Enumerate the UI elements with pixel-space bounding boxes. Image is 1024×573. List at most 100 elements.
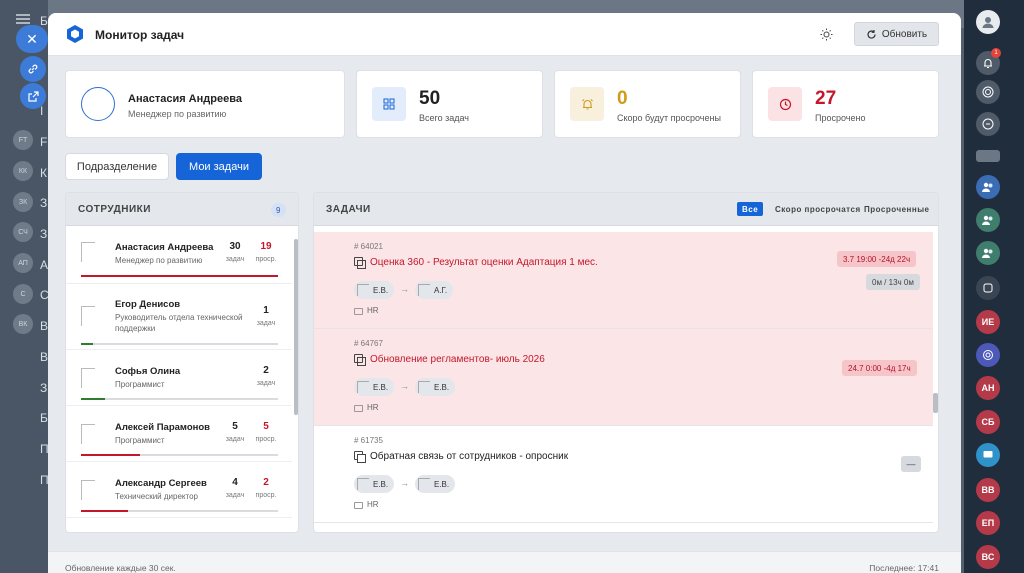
employee-row[interactable]: Анастасия Андреева Менеджер по развитию … — [66, 227, 292, 284]
profile-avatar[interactable] — [976, 10, 1000, 34]
background-badge: КК — [13, 161, 33, 181]
rail-app-copilot[interactable] — [976, 343, 1000, 367]
stat-total-value: 50 — [419, 88, 441, 109]
employees-panel: СОТРУДНИКИ 9 Анастасия Андреева Менеджер… — [65, 192, 299, 533]
task-monitor-modal: Монитор задач Обновить Анастасия Андреев… — [48, 13, 961, 573]
copy-icon[interactable] — [354, 451, 366, 463]
stat-overdue-value: 27 — [815, 88, 837, 109]
employee-task-label: задач — [225, 492, 245, 499]
employee-avatar — [81, 368, 95, 388]
employee-avatar — [81, 242, 95, 262]
employee-row[interactable]: Алексей Парамонов Программист 5 задач 5 … — [66, 406, 292, 462]
employee-progress-fill — [81, 398, 105, 400]
user-name: Анастасия Андреева — [128, 93, 242, 105]
refresh-label: Обновить — [881, 28, 928, 40]
employee-overdue-count: 2 — [263, 477, 269, 488]
chat-icon — [982, 118, 994, 130]
arrow-icon: → — [400, 478, 409, 488]
modal-footer: Обновление каждые 30 сек. Последнее: 17:… — [48, 551, 961, 573]
tasks-scrollbar[interactable] — [933, 393, 938, 413]
employees-title: СОТРУДНИКИ — [78, 203, 151, 215]
task-id: # 64021 — [354, 242, 383, 251]
employee-task-count: 5 — [232, 421, 238, 432]
rail-avatar[interactable]: ВВ — [976, 478, 1000, 502]
employee-row[interactable]: Софья Олина Программист 2 задач — [66, 350, 292, 406]
refresh-button[interactable]: Обновить — [854, 22, 939, 46]
rail-avatar[interactable]: ВС — [976, 545, 1000, 569]
rail-avatar[interactable]: ЕП — [976, 511, 1000, 535]
folder-icon — [354, 308, 363, 315]
employee-name: Александр Сергеев — [115, 478, 207, 489]
employee-task-count: 4 — [232, 477, 238, 488]
folder-icon — [354, 502, 363, 509]
rail-group-3[interactable] — [976, 241, 1000, 265]
close-panel-button[interactable]: ✕ — [16, 25, 48, 53]
tasks-panel: ЗАДАЧИ Все Скоро просрочатся Просроченны… — [313, 192, 939, 533]
background-badge: С — [13, 284, 33, 304]
employee-name: Анастасия Андреева — [115, 242, 214, 253]
avatar — [357, 478, 369, 490]
assigner-chip: Е.В. — [354, 378, 395, 396]
filter-overdue[interactable]: Просроченные — [859, 202, 934, 216]
copy-icon[interactable] — [354, 354, 366, 366]
employee-name: Софья Олина — [115, 366, 181, 377]
bell-icon — [570, 87, 604, 121]
open-external-button[interactable] — [20, 83, 46, 109]
user-icon — [982, 17, 994, 28]
rail-group-1[interactable] — [976, 175, 1000, 199]
employee-row[interactable]: Егор Денисов Руководитель отдела техниче… — [66, 284, 292, 350]
task-title[interactable]: Оценка 360 - Результат оценки Адаптация … — [370, 257, 598, 268]
tab-department[interactable]: Подразделение — [65, 153, 169, 180]
task-row[interactable]: # 61735 Обратная связь от сотрудников - … — [314, 426, 933, 523]
deadline-badge: 3.7 19:00 -24д 22ч — [837, 251, 917, 267]
message-icon — [983, 451, 993, 458]
task-category: HR — [367, 500, 379, 509]
rail-divider — [976, 150, 1000, 162]
employees-scrollbar[interactable] — [294, 239, 298, 415]
employee-progress-bar — [81, 343, 278, 345]
stat-card-soon-overdue: 0 Скоро будут просрочены — [554, 70, 741, 138]
notification-badge: 1 — [991, 48, 1001, 58]
task-row[interactable]: # 64767 Обновление регламентов- июль 202… — [314, 329, 933, 426]
modal-title: Монитор задач — [95, 28, 185, 42]
link-icon — [28, 64, 38, 74]
avatar — [418, 381, 430, 393]
avatar — [357, 381, 369, 393]
background-badge: FT — [13, 130, 33, 150]
employee-task-label: задач — [256, 380, 276, 387]
link-button[interactable] — [20, 56, 46, 82]
rail-app-target[interactable] — [976, 80, 1000, 104]
rail-group-2[interactable] — [976, 208, 1000, 232]
group-icon — [982, 215, 993, 225]
group-icon — [982, 248, 993, 258]
stat-card-total: 50 Всего задач — [356, 70, 543, 138]
copy-icon[interactable] — [354, 257, 366, 269]
rail-app-b24[interactable] — [976, 276, 1000, 300]
employee-avatar — [81, 306, 95, 326]
filter-all[interactable]: Все — [737, 202, 764, 216]
task-title[interactable]: Обратная связь от сотрудников - опросник — [370, 451, 568, 462]
task-row[interactable]: # 64021 Оценка 360 - Результат оценки Ад… — [314, 232, 933, 329]
employee-progress-fill — [81, 454, 141, 456]
background-badge: СЧ — [13, 222, 33, 242]
task-id-value: 64767 — [360, 339, 383, 348]
bell-icon — [984, 59, 992, 69]
avatar — [81, 87, 115, 121]
employee-row[interactable]: Александр Сергеев Технический директор 4… — [66, 462, 292, 518]
rail-avatar[interactable]: АН — [976, 376, 1000, 400]
rail-app-messages[interactable] — [976, 443, 1000, 467]
filter-soon-overdue[interactable]: Скоро просрочатся — [770, 202, 866, 216]
tab-my-tasks[interactable]: Мои задачи — [176, 153, 262, 180]
employee-task-label: задач — [225, 256, 245, 263]
assigner-initials: Е.В. — [373, 285, 389, 295]
rail-avatar[interactable]: ИЕ — [976, 310, 1000, 334]
rail-app-chat[interactable] — [976, 112, 1000, 136]
employee-progress-fill — [81, 343, 93, 345]
employee-task-label: задач — [225, 436, 245, 443]
rail-avatar[interactable]: СБ — [976, 410, 1000, 434]
assignee-initials: Е.В. — [434, 479, 450, 489]
task-title[interactable]: Обновление регламентов- июль 2026 — [370, 354, 545, 365]
employee-task-count: 30 — [229, 241, 241, 252]
employees-count-badge: 9 — [271, 203, 286, 217]
theme-toggle[interactable] — [818, 26, 835, 43]
